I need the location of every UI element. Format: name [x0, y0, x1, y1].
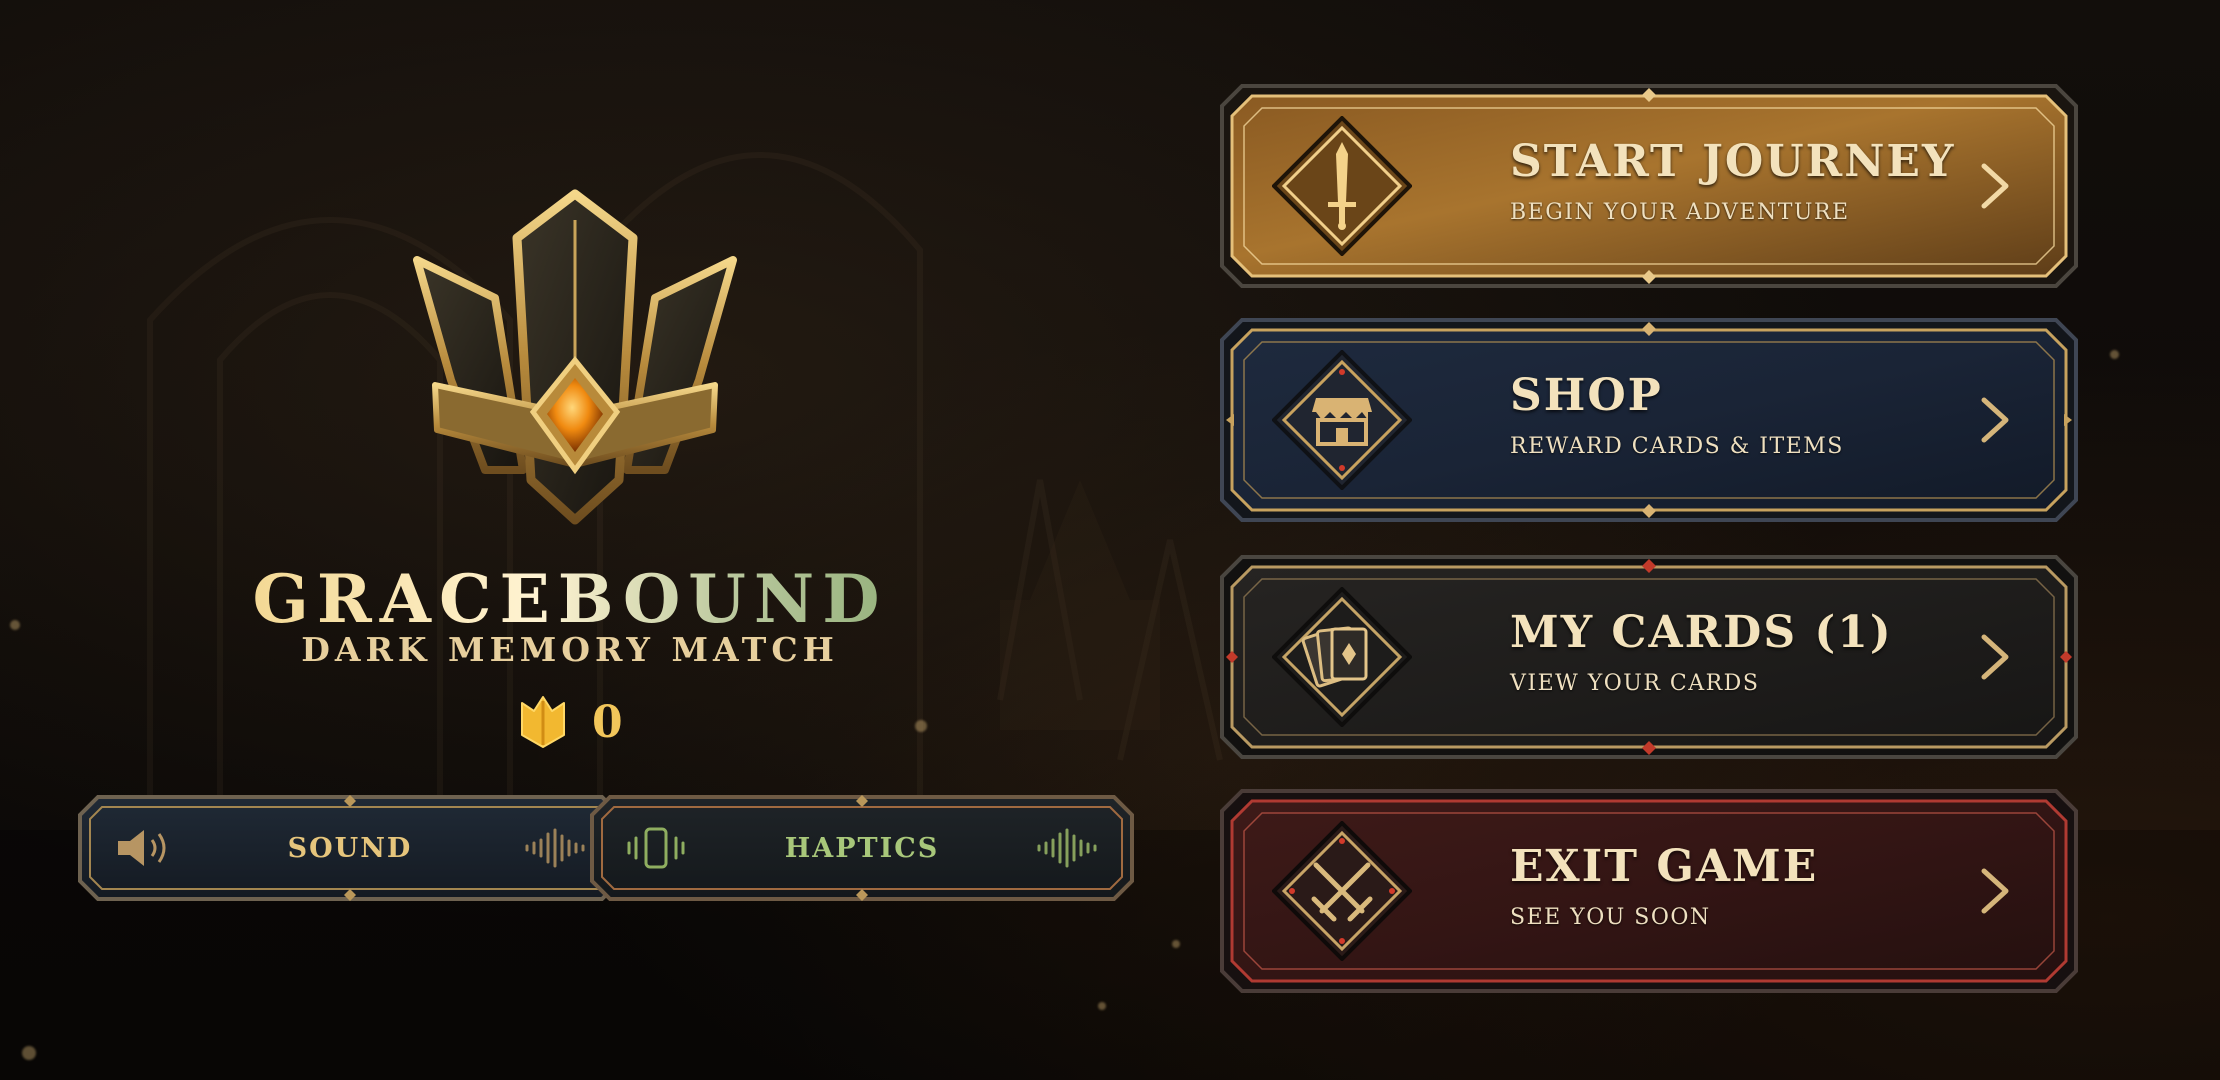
sword-icon — [1272, 116, 1412, 256]
light-mote — [1098, 1002, 1106, 1010]
crown-count: 0 — [592, 696, 623, 748]
light-mote — [1172, 940, 1180, 948]
shop-subtitle: REWARD CARDS & ITEMS — [1510, 434, 1844, 459]
start-journey-button[interactable]: START JOURNEY BEGIN YOUR ADVENTURE — [1218, 82, 2080, 290]
crown-emblem-icon — [413, 189, 737, 525]
my-cards-button[interactable]: MY CARDS (1) VIEW YOUR CARDS — [1218, 553, 2080, 761]
chevron-right-icon — [1981, 163, 2009, 209]
chevron-right-icon — [1981, 634, 2009, 680]
game-subtitle: DARK MEMORY MATCH — [301, 630, 839, 669]
crossed-swords-icon — [1272, 821, 1412, 961]
sound-wave-icon — [525, 828, 585, 868]
crown-counter: 0 — [520, 692, 623, 752]
chevron-right-icon — [1981, 397, 2009, 443]
sound-toggle[interactable]: SOUND — [76, 793, 624, 903]
haptics-toggle[interactable]: HAPTICS — [588, 793, 1136, 903]
cards-icon — [1272, 587, 1412, 727]
crown-icon — [521, 696, 565, 748]
exit-game-button[interactable]: EXIT GAME SEE YOU SOON — [1218, 787, 2080, 995]
light-mote — [915, 720, 927, 732]
exit-game-subtitle: SEE YOU SOON — [1510, 905, 1711, 930]
exit-game-title: EXIT GAME — [1510, 841, 1819, 892]
my-cards-title: MY CARDS (1) — [1510, 607, 1893, 658]
light-mote — [10, 620, 20, 630]
light-mote — [22, 1046, 36, 1060]
game-title: GRACEBOUND — [230, 560, 910, 638]
chevron-right-icon — [1981, 868, 2009, 914]
light-mote — [2110, 350, 2119, 359]
start-journey-title: START JOURNEY — [1510, 136, 1956, 187]
start-journey-subtitle: BEGIN YOUR ADVENTURE — [1510, 200, 1850, 225]
shop-button[interactable]: SHOP REWARD CARDS & ITEMS — [1218, 316, 2080, 524]
shop-icon — [1272, 350, 1412, 490]
haptic-wave-icon — [1037, 828, 1097, 868]
shop-title: SHOP — [1510, 370, 1663, 421]
my-cards-subtitle: VIEW YOUR CARDS — [1510, 671, 1760, 696]
